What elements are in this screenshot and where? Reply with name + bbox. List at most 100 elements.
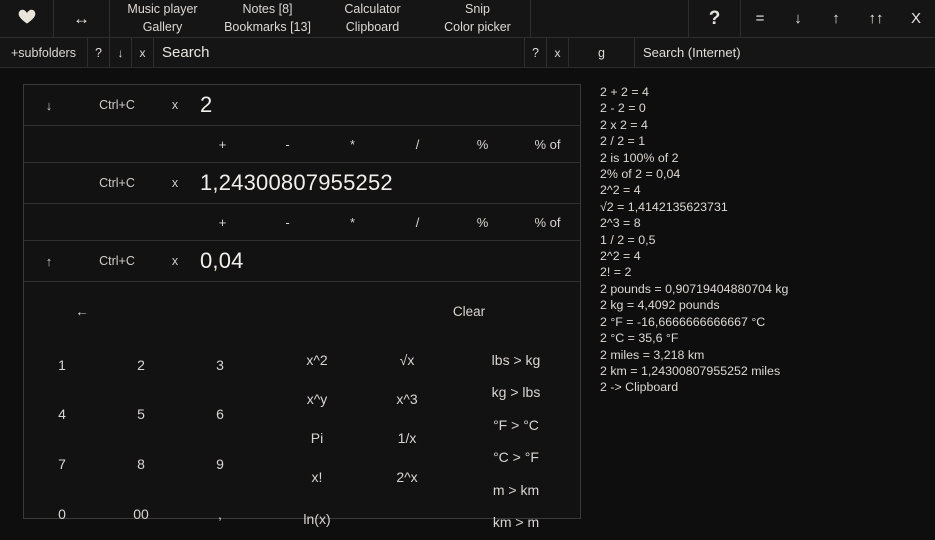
digit-9-button[interactable]: 9 bbox=[216, 456, 224, 472]
op-add-1[interactable]: + bbox=[190, 137, 255, 152]
resize-button[interactable]: ↔ bbox=[54, 0, 110, 37]
equals-button[interactable]: = bbox=[741, 0, 779, 37]
x-cubed-button[interactable]: x^3 bbox=[396, 391, 417, 407]
pi-button[interactable]: Pi bbox=[311, 430, 323, 446]
convert-c-to-f-button[interactable]: °C > °F bbox=[493, 449, 539, 465]
result-line[interactable]: 2 + 2 = 4 bbox=[600, 84, 930, 100]
operand2-copy-button[interactable]: Ctrl+C bbox=[74, 176, 160, 190]
app-window: ↔ Music player Gallery Notes [8] Bookmar… bbox=[0, 0, 935, 540]
backspace-button[interactable]: ← bbox=[75, 304, 89, 319]
result-line[interactable]: 2 °F = -16,6666666666667 °C bbox=[600, 314, 930, 330]
convert-kg-to-lbs-button[interactable]: kg > lbs bbox=[492, 384, 541, 400]
result-line[interactable]: 2 - 2 = 0 bbox=[600, 100, 930, 116]
digit-4-button[interactable]: 4 bbox=[58, 406, 66, 422]
convert-lbs-to-kg-button[interactable]: lbs > kg bbox=[492, 352, 541, 368]
menu-item-music-player[interactable]: Music player bbox=[127, 1, 197, 18]
maximize-button[interactable]: ↑↑ bbox=[855, 0, 897, 37]
internet-search-input[interactable]: Search (Internet) bbox=[635, 38, 935, 67]
op-divide-1[interactable]: / bbox=[385, 137, 450, 152]
operand-row-3: ↑ Ctrl+C x 0,04 bbox=[24, 241, 580, 282]
digit-00-button[interactable]: 00 bbox=[133, 506, 149, 522]
menu-item-calculator[interactable]: Calculator bbox=[344, 1, 400, 18]
operand2-clear-button[interactable]: x bbox=[160, 176, 190, 190]
op-percent-of-1[interactable]: % of bbox=[515, 137, 580, 152]
result-line[interactable]: 2^3 = 8 bbox=[600, 215, 930, 231]
search-clear-button[interactable]: x bbox=[132, 38, 154, 67]
result-line[interactable]: 2 pounds = 0,90719404880704 kg bbox=[600, 281, 930, 297]
convert-km-to-m-button[interactable]: km > m bbox=[493, 514, 539, 530]
menu-item-notes[interactable]: Notes [8] bbox=[242, 1, 292, 18]
search-input[interactable]: Search bbox=[154, 38, 525, 67]
result-line[interactable]: 2 miles = 3,218 km bbox=[600, 347, 930, 363]
result-line[interactable]: 2% of 2 = 0,04 bbox=[600, 166, 930, 182]
factorial-button[interactable]: x! bbox=[312, 469, 323, 485]
result-line[interactable]: 1 / 2 = 0,5 bbox=[600, 232, 930, 248]
result-line[interactable]: 2 °C = 35,6 °F bbox=[600, 330, 930, 346]
operand3-up-icon[interactable]: ↑ bbox=[24, 254, 74, 269]
x-squared-button[interactable]: x^2 bbox=[306, 352, 327, 368]
search-down-button[interactable]: ↓ bbox=[110, 38, 132, 67]
menu-item-snip[interactable]: Snip bbox=[465, 1, 490, 18]
digit-7-button[interactable]: 7 bbox=[58, 456, 66, 472]
convert-f-to-c-button[interactable]: °F > °C bbox=[493, 417, 539, 433]
search-help-button[interactable]: ? bbox=[88, 38, 110, 67]
operand3-clear-button[interactable]: x bbox=[160, 254, 190, 268]
restore-button[interactable]: ↑ bbox=[817, 0, 855, 37]
operand2-value[interactable]: 1,24300807955252 bbox=[190, 170, 580, 196]
op-subtract-2[interactable]: - bbox=[255, 215, 320, 230]
result-line[interactable]: 2! = 2 bbox=[600, 264, 930, 280]
subfolders-toggle[interactable]: +subfolders bbox=[0, 38, 88, 67]
operand1-copy-button[interactable]: Ctrl+C bbox=[74, 98, 160, 112]
natural-log-button[interactable]: ln(x) bbox=[303, 511, 330, 527]
menu-item-bookmarks[interactable]: Bookmarks [13] bbox=[224, 19, 311, 36]
menu-item-gallery[interactable]: Gallery bbox=[143, 19, 183, 36]
digit-5-button[interactable]: 5 bbox=[137, 406, 145, 422]
help-button[interactable]: ? bbox=[689, 0, 741, 37]
op-multiply-2[interactable]: * bbox=[320, 215, 385, 230]
x-power-y-button[interactable]: x^y bbox=[307, 391, 328, 407]
digit-0-button[interactable]: 0 bbox=[58, 506, 66, 522]
convert-m-to-km-button[interactable]: m > km bbox=[493, 482, 539, 498]
result-line[interactable]: 2 km = 1,24300807955252 miles bbox=[600, 363, 930, 379]
op-divide-2[interactable]: / bbox=[385, 215, 450, 230]
operand1-down-icon[interactable]: ↓ bbox=[24, 98, 74, 113]
google-engine-button[interactable]: g bbox=[569, 38, 635, 67]
internet-clear-button[interactable]: x bbox=[547, 38, 569, 67]
digit-2-button[interactable]: 2 bbox=[137, 357, 145, 373]
op-subtract-1[interactable]: - bbox=[255, 137, 320, 152]
menu-column-4: Snip Color picker bbox=[425, 0, 530, 37]
two-power-x-button[interactable]: 2^x bbox=[396, 469, 417, 485]
result-line[interactable]: 2^2 = 4 bbox=[600, 182, 930, 198]
square-root-button[interactable]: √x bbox=[400, 352, 415, 368]
operand3-copy-button[interactable]: Ctrl+C bbox=[74, 254, 160, 268]
reciprocal-button[interactable]: 1/x bbox=[398, 430, 417, 446]
op-percent-1[interactable]: % bbox=[450, 137, 515, 152]
result-line[interactable]: 2 -> Clipboard bbox=[600, 379, 930, 395]
digit-1-button[interactable]: 1 bbox=[58, 357, 66, 373]
digit-3-button[interactable]: 3 bbox=[216, 357, 224, 373]
op-add-2[interactable]: + bbox=[190, 215, 255, 230]
result-line[interactable]: 2^2 = 4 bbox=[600, 248, 930, 264]
internet-help-button[interactable]: ? bbox=[525, 38, 547, 67]
digit-8-button[interactable]: 8 bbox=[137, 456, 145, 472]
decimal-comma-button[interactable]: , bbox=[218, 506, 222, 522]
menu-item-clipboard[interactable]: Clipboard bbox=[346, 19, 400, 36]
result-line[interactable]: √2 = 1,4142135623731 bbox=[600, 199, 930, 215]
favorites-button[interactable] bbox=[0, 0, 54, 37]
digit-6-button[interactable]: 6 bbox=[216, 406, 224, 422]
operand1-value[interactable]: 2 bbox=[190, 92, 580, 118]
op-multiply-1[interactable]: * bbox=[320, 137, 385, 152]
operand3-value[interactable]: 0,04 bbox=[190, 248, 580, 274]
op-percent-of-2[interactable]: % of bbox=[515, 215, 580, 230]
result-line[interactable]: 2 / 2 = 1 bbox=[600, 133, 930, 149]
result-line[interactable]: 2 x 2 = 4 bbox=[600, 117, 930, 133]
minimize-button[interactable]: ↓ bbox=[779, 0, 817, 37]
result-line[interactable]: 2 is 100% of 2 bbox=[600, 150, 930, 166]
menu-item-color-picker[interactable]: Color picker bbox=[444, 19, 511, 36]
result-line[interactable]: 2 kg = 4,4092 pounds bbox=[600, 297, 930, 313]
results-history-list[interactable]: 2 + 2 = 4 2 - 2 = 0 2 x 2 = 4 2 / 2 = 1 … bbox=[600, 84, 930, 396]
op-percent-2[interactable]: % bbox=[450, 215, 515, 230]
clear-button[interactable]: Clear bbox=[453, 304, 485, 319]
close-button[interactable]: X bbox=[897, 0, 935, 37]
operand1-clear-button[interactable]: x bbox=[160, 98, 190, 112]
